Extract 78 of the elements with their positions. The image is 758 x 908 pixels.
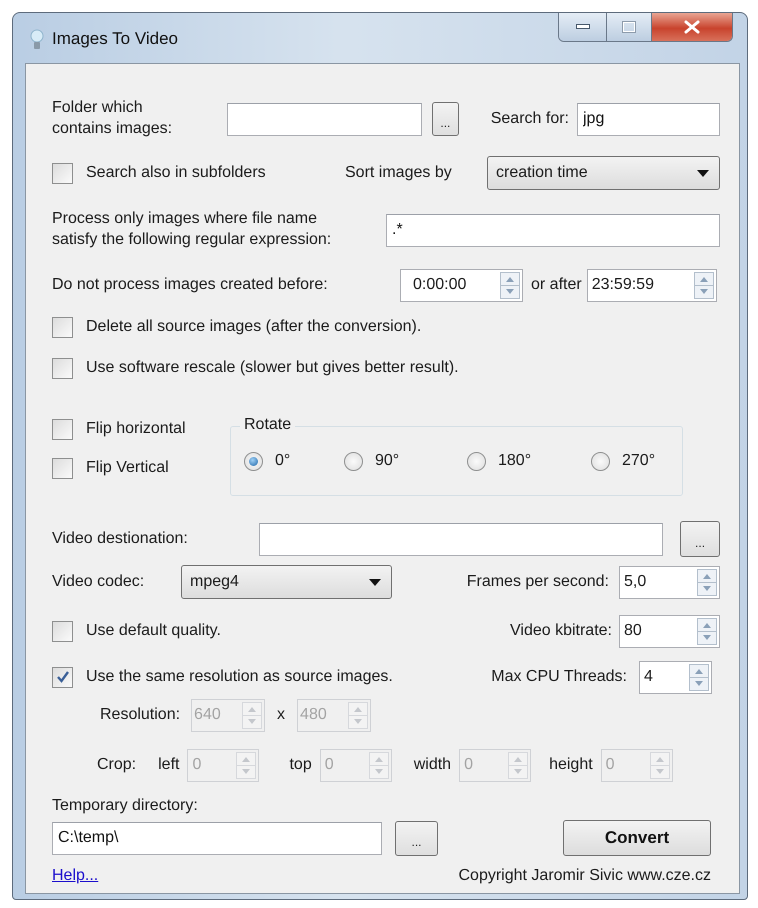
browse-button[interactable]: ... <box>680 521 720 557</box>
checkbox[interactable] <box>52 458 73 478</box>
caret-icon <box>697 170 709 176</box>
field-label: Resolution: <box>100 705 180 725</box>
caret-icon <box>369 578 381 586</box>
field-label: Process only images where file name satisfy the following regular expression: <box>52 209 332 250</box>
field-label: Crop: <box>97 755 136 775</box>
spin-arrows-icon[interactable] <box>650 752 670 778</box>
checkbox-label: Flip Vertical <box>86 458 169 478</box>
field-label: Do not process images created before: <box>52 275 329 295</box>
regex-field[interactable]: .* <box>386 214 720 246</box>
field-label: top <box>289 755 312 775</box>
maximize-button[interactable] <box>607 13 652 41</box>
minimize-button[interactable] <box>559 13 607 41</box>
browse-button[interactable]: ... <box>395 820 438 856</box>
field-label: Video kbitrate: <box>510 621 612 641</box>
close-button[interactable] <box>652 13 732 41</box>
checkbox[interactable] <box>52 358 73 378</box>
field-label: x <box>277 705 286 725</box>
radio-label: 180° <box>498 451 532 471</box>
destination-field[interactable] <box>259 522 664 556</box>
number-field[interactable]: 0:00:00 <box>400 268 523 302</box>
spin-arrows-icon[interactable] <box>508 752 528 778</box>
number-field[interactable]: 80 <box>619 614 720 648</box>
spin-arrows-icon[interactable] <box>368 752 389 778</box>
radio-label: 0° <box>275 451 290 471</box>
checkbox-label: Use the same resolution as source images. <box>86 667 393 687</box>
window-title: Images To Video <box>52 28 178 50</box>
radio-button[interactable] <box>244 452 263 470</box>
field-label: Video codec: <box>52 572 146 592</box>
field-label: height <box>549 755 593 775</box>
checkbox[interactable] <box>52 418 73 440</box>
spin-arrows-icon[interactable] <box>689 664 709 690</box>
spin-arrows-icon[interactable] <box>348 702 368 728</box>
field-label: width <box>414 755 452 775</box>
field-label: Max CPU Threads: <box>491 667 627 687</box>
minimize-icon <box>576 24 590 30</box>
number-field[interactable]: 4 <box>639 660 712 694</box>
checkbox[interactable] <box>52 620 73 642</box>
field-label: or after <box>531 275 582 295</box>
checkbox-label: Use software rescale (slower but gives better result). <box>86 358 459 378</box>
radio-label: 270° <box>622 451 656 471</box>
radio-button[interactable] <box>344 452 363 470</box>
help-link[interactable]: Help... <box>52 864 98 888</box>
checkbox[interactable] <box>52 316 73 338</box>
dropdown[interactable]: mpeg4 <box>181 565 392 599</box>
number-field[interactable]: 5,0 <box>619 566 720 598</box>
copyright-text: Copyright Jaromir Sivic www.cze.cz <box>458 866 711 886</box>
spin-arrows-icon[interactable] <box>500 272 520 298</box>
checkbox-label: Use default quality. <box>86 621 221 641</box>
maximize-icon <box>622 21 636 33</box>
checkbox[interactable] <box>52 162 73 184</box>
field-label: Sort images by <box>345 163 453 183</box>
directory-field[interactable]: C:\temp\ <box>52 822 382 854</box>
spin-arrows-icon[interactable] <box>697 568 717 596</box>
check-icon <box>56 670 70 684</box>
field-label: Frames per second: <box>466 572 609 592</box>
bulb-icon <box>30 29 44 51</box>
radio-button[interactable] <box>467 452 486 470</box>
field-label: Search for: <box>490 109 569 129</box>
checkbox-label: Search also in subfolders <box>86 163 267 183</box>
field-label: Video destionation: <box>52 529 189 549</box>
checkbox-label: Delete all source images (after the conversion). <box>86 317 422 337</box>
checkbox-label: Flip horizontal <box>86 419 186 439</box>
folder-field[interactable] <box>227 102 422 136</box>
browse-button[interactable]: ... <box>432 102 459 136</box>
field-label: Temporary directory: <box>52 796 198 816</box>
radio-button[interactable] <box>591 452 610 470</box>
field-label: left <box>158 755 180 775</box>
number-field[interactable]: 23:59:59 <box>586 268 717 302</box>
spin-arrows-icon[interactable] <box>697 618 717 644</box>
dropdown[interactable]: creation time <box>487 156 720 190</box>
field-label: Folder which contains images: <box>52 98 174 139</box>
spin-arrows-icon[interactable] <box>694 272 714 298</box>
close-icon <box>684 20 700 34</box>
convert-button[interactable]: Convert <box>563 820 711 856</box>
radio-label: 90° <box>375 451 400 471</box>
checkbox[interactable] <box>52 666 73 688</box>
